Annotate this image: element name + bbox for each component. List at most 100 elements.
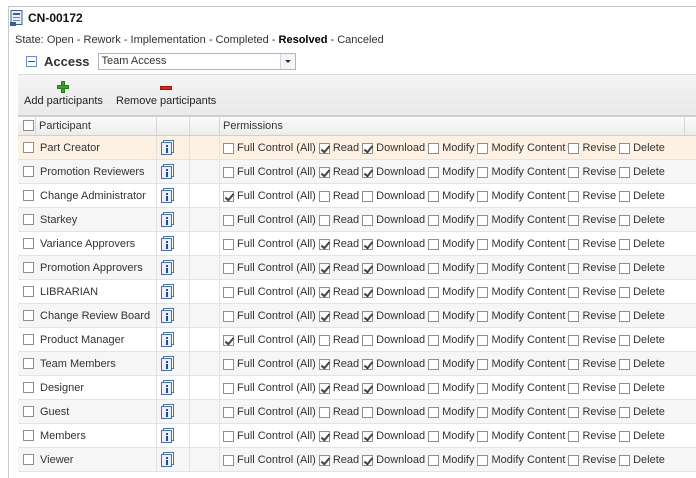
chevron-down-icon[interactable] xyxy=(279,53,295,69)
perm-revise-checkbox[interactable] xyxy=(568,286,580,298)
perm-delete-checkbox[interactable] xyxy=(619,166,631,178)
perm-download-checkbox[interactable] xyxy=(362,142,374,154)
perm-download-checkbox[interactable] xyxy=(362,214,374,226)
perm-modify-checkbox[interactable] xyxy=(428,214,440,226)
perm-delete-checkbox[interactable] xyxy=(619,190,631,202)
perm-read-checkbox[interactable] xyxy=(318,166,330,178)
participant-info-icon[interactable] xyxy=(161,332,175,347)
participant-info-icon[interactable] xyxy=(161,236,175,251)
perm-revise-checkbox[interactable] xyxy=(568,142,580,154)
perm-revise-checkbox[interactable] xyxy=(568,310,580,322)
row-select-checkbox[interactable] xyxy=(23,454,34,465)
perm-delete-checkbox[interactable] xyxy=(619,430,631,442)
perm-modify-content-checkbox[interactable] xyxy=(477,190,489,202)
perm-revise-checkbox[interactable] xyxy=(568,238,580,250)
perm-full-control-checkbox[interactable] xyxy=(223,142,234,154)
table-row[interactable]: Members Full Control (All) Read Download Mod… xyxy=(18,424,696,448)
perm-modify-content-checkbox[interactable] xyxy=(477,310,489,322)
perm-revise-checkbox[interactable] xyxy=(568,262,580,274)
participant-column-header[interactable]: Participant xyxy=(36,117,157,135)
participant-info-icon[interactable] xyxy=(161,164,175,179)
table-row[interactable]: Designer Full Control (All) Read Download Mo… xyxy=(18,376,696,400)
participant-info-icon[interactable] xyxy=(161,284,175,299)
perm-modify-content-checkbox[interactable] xyxy=(477,406,489,418)
table-row[interactable]: Starkey Full Control (All) Read Download Mod… xyxy=(18,208,696,232)
perm-modify-content-checkbox[interactable] xyxy=(477,382,489,394)
row-select-checkbox[interactable] xyxy=(23,382,34,393)
perm-delete-checkbox[interactable] xyxy=(619,334,631,346)
perm-modify-checkbox[interactable] xyxy=(428,262,440,274)
row-select-checkbox[interactable] xyxy=(23,286,34,297)
perm-delete-checkbox[interactable] xyxy=(619,454,631,466)
row-select-checkbox[interactable] xyxy=(23,430,34,441)
table-row[interactable]: LIBRARIAN Full Control (All) Read Download M… xyxy=(18,280,696,304)
table-row[interactable]: Promotion Approvers Full Control (All) Rea… xyxy=(18,256,696,280)
perm-read-checkbox[interactable] xyxy=(318,286,330,298)
row-select-checkbox[interactable] xyxy=(23,334,34,345)
perm-download-checkbox[interactable] xyxy=(362,358,374,370)
perm-modify-content-checkbox[interactable] xyxy=(477,142,489,154)
perm-full-control-checkbox[interactable] xyxy=(223,238,234,250)
perm-modify-checkbox[interactable] xyxy=(428,454,440,466)
perm-read-checkbox[interactable] xyxy=(318,238,330,250)
row-select-checkbox[interactable] xyxy=(23,238,34,249)
perm-read-checkbox[interactable] xyxy=(318,382,330,394)
perm-download-checkbox[interactable] xyxy=(362,454,374,466)
perm-modify-checkbox[interactable] xyxy=(428,286,440,298)
perm-revise-checkbox[interactable] xyxy=(568,334,580,346)
perm-modify-content-checkbox[interactable] xyxy=(477,358,489,370)
perm-modify-checkbox[interactable] xyxy=(428,406,440,418)
perm-download-checkbox[interactable] xyxy=(362,166,374,178)
perm-modify-checkbox[interactable] xyxy=(428,310,440,322)
row-select-checkbox[interactable] xyxy=(23,142,34,153)
participant-info-icon[interactable] xyxy=(161,452,175,467)
perm-delete-checkbox[interactable] xyxy=(619,358,631,370)
perm-modify-checkbox[interactable] xyxy=(428,238,440,250)
perm-read-checkbox[interactable] xyxy=(318,142,330,154)
perm-read-checkbox[interactable] xyxy=(318,190,330,202)
perm-modify-checkbox[interactable] xyxy=(428,334,440,346)
perm-download-checkbox[interactable] xyxy=(362,382,374,394)
perm-revise-checkbox[interactable] xyxy=(568,358,580,370)
participant-info-icon[interactable] xyxy=(161,188,175,203)
perm-full-control-checkbox[interactable] xyxy=(223,262,234,274)
perm-modify-content-checkbox[interactable] xyxy=(477,334,489,346)
perm-revise-checkbox[interactable] xyxy=(568,382,580,394)
table-row[interactable]: Promotion Reviewers Full Control (All) Rea… xyxy=(18,160,696,184)
perm-read-checkbox[interactable] xyxy=(318,358,330,370)
perm-download-checkbox[interactable] xyxy=(362,190,374,202)
perm-revise-checkbox[interactable] xyxy=(568,406,580,418)
participant-info-icon[interactable] xyxy=(161,212,175,227)
perm-modify-content-checkbox[interactable] xyxy=(477,454,489,466)
perm-modify-checkbox[interactable] xyxy=(428,430,440,442)
row-select-checkbox[interactable] xyxy=(23,262,34,273)
perm-delete-checkbox[interactable] xyxy=(619,406,631,418)
perm-delete-checkbox[interactable] xyxy=(619,382,631,394)
perm-delete-checkbox[interactable] xyxy=(619,262,631,274)
table-row[interactable]: Viewer Full Control (All) Read Download Modi… xyxy=(18,448,696,472)
perm-read-checkbox[interactable] xyxy=(318,310,330,322)
perm-full-control-checkbox[interactable] xyxy=(223,286,234,298)
collapse-icon[interactable] xyxy=(26,55,37,67)
perm-read-checkbox[interactable] xyxy=(318,406,330,418)
participant-info-icon[interactable] xyxy=(161,308,175,323)
add-participants-button[interactable]: Add participants xyxy=(24,79,103,107)
perm-full-control-checkbox[interactable] xyxy=(223,190,234,202)
perm-full-control-checkbox[interactable] xyxy=(223,454,234,466)
row-select-checkbox[interactable] xyxy=(23,166,34,177)
table-row[interactable]: Guest Full Control (All) Read Download Modif… xyxy=(18,400,696,424)
perm-download-checkbox[interactable] xyxy=(362,262,374,274)
perm-delete-checkbox[interactable] xyxy=(619,214,631,226)
perm-revise-checkbox[interactable] xyxy=(568,166,580,178)
participant-info-icon[interactable] xyxy=(161,428,175,443)
perm-modify-content-checkbox[interactable] xyxy=(477,238,489,250)
perm-read-checkbox[interactable] xyxy=(318,262,330,274)
select-all-checkbox[interactable] xyxy=(23,120,34,131)
participant-info-icon[interactable] xyxy=(161,356,175,371)
perm-full-control-checkbox[interactable] xyxy=(223,334,234,346)
perm-read-checkbox[interactable] xyxy=(318,454,330,466)
perm-revise-checkbox[interactable] xyxy=(568,454,580,466)
perm-download-checkbox[interactable] xyxy=(362,406,374,418)
perm-read-checkbox[interactable] xyxy=(318,334,330,346)
perm-modify-content-checkbox[interactable] xyxy=(477,430,489,442)
